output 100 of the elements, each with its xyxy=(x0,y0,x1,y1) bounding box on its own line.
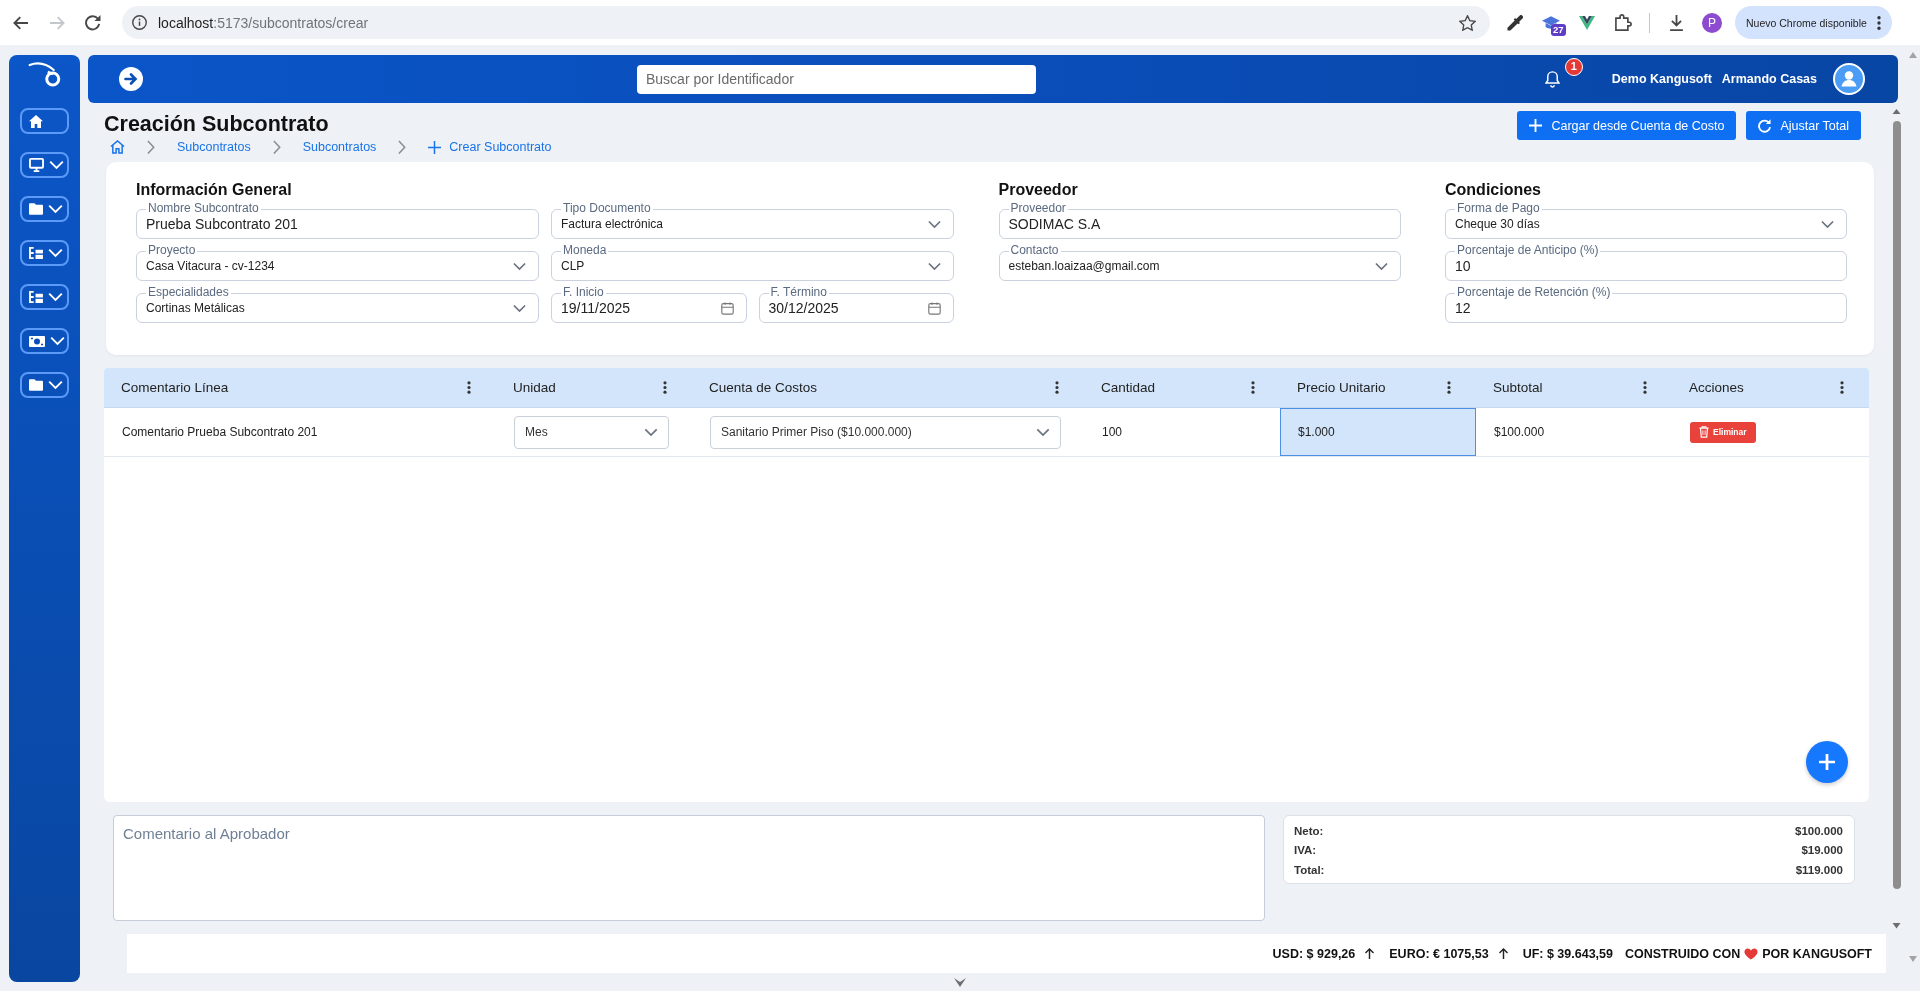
column-header: Unidad xyxy=(513,380,556,395)
plus-icon xyxy=(428,140,442,154)
field-label: Tipo Documento xyxy=(561,202,653,215)
action-button[interactable]: Cargar desde Cuenta de Costo xyxy=(1517,111,1737,140)
chevron-right-icon xyxy=(398,140,407,154)
table-cell-text: Comentario Prueba Subcontrato 201 xyxy=(121,424,319,441)
section-title: Información General xyxy=(136,180,292,200)
sidebar-item[interactable] xyxy=(20,372,69,398)
total-label: Neto: xyxy=(1294,824,1324,837)
chevron-down-icon xyxy=(50,336,65,346)
user-name: Armando Casas xyxy=(1721,72,1817,86)
search-field[interactable]: Buscar por Identificador xyxy=(637,64,1036,94)
sidebar-item[interactable] xyxy=(20,240,69,266)
monitor-icon xyxy=(29,158,44,172)
table-cell: $1.000 xyxy=(1280,408,1476,456)
column-menu-icon[interactable] xyxy=(467,381,471,394)
chevron-right-icon xyxy=(272,140,281,154)
column-menu-icon[interactable] xyxy=(1840,381,1844,394)
arrow-left-icon[interactable] xyxy=(13,15,29,30)
chevron-down-icon xyxy=(928,219,941,229)
field-label: Porcentaje de Retención (%) xyxy=(1455,286,1613,299)
total-value: $119.000 xyxy=(1795,863,1843,876)
column-menu-icon[interactable] xyxy=(1643,381,1647,394)
chevron-down-icon xyxy=(513,261,526,271)
add-button[interactable] xyxy=(1806,741,1848,783)
scrollbar[interactable] xyxy=(1906,51,1920,963)
total-label: Total: xyxy=(1294,863,1325,876)
logo-icon[interactable] xyxy=(28,62,61,87)
address-bar[interactable]: localhost:5173/subcontratos/crear xyxy=(122,6,1490,39)
trash-icon xyxy=(1699,426,1709,438)
comment-field[interactable]: Comentario al Aprobador xyxy=(113,815,1265,921)
select-field[interactable]: Mes xyxy=(514,415,669,449)
chevron-down-icon xyxy=(513,303,526,313)
field-label: F. Término xyxy=(768,286,829,299)
chevron-down-icon xyxy=(49,160,64,170)
sidebar-item[interactable] xyxy=(20,328,69,354)
field-label: Especialidades xyxy=(146,286,231,299)
folder-icon xyxy=(29,379,43,391)
total-label: IVA: xyxy=(1294,844,1317,857)
home-icon[interactable] xyxy=(110,140,125,154)
section-title: Proveedor xyxy=(998,180,1078,200)
sidebar-item[interactable] xyxy=(20,108,69,134)
heart-icon xyxy=(1744,947,1759,960)
field-label: Nombre Subcontrato xyxy=(146,202,261,215)
home-icon xyxy=(29,114,43,128)
column-menu-icon[interactable] xyxy=(1447,381,1451,394)
credit-text: POR KANGUSOFT xyxy=(1762,946,1872,961)
chevron-down-icon xyxy=(1374,261,1388,271)
breadcrumb-link[interactable]: Crear Subcontrato xyxy=(428,140,552,154)
calendar-icon[interactable] xyxy=(720,301,734,315)
exchange-rate: UF: $ 39.643,59 xyxy=(1522,946,1613,961)
download-icon[interactable] xyxy=(1668,14,1684,31)
chevron-down-icon xyxy=(48,248,63,258)
chevron-down-icon[interactable] xyxy=(954,977,966,987)
puzzle-icon[interactable] xyxy=(1614,14,1632,31)
url-text: localhost:5173/subcontratos/crear xyxy=(158,14,370,31)
chevron-right-icon xyxy=(147,140,155,154)
eyedropper-icon[interactable] xyxy=(1507,14,1523,31)
field-label: Moneda xyxy=(561,244,609,257)
calendar-icon[interactable] xyxy=(928,301,941,315)
exchange-rate: USD: $ 929,26 xyxy=(1272,946,1356,961)
field-label: F. Inicio xyxy=(561,286,606,299)
chevron-down-icon xyxy=(928,261,941,271)
field-label: Contacto xyxy=(1008,244,1061,257)
field-label: Forma de Pago xyxy=(1455,202,1542,215)
delete-button[interactable]: Eliminar xyxy=(1690,421,1756,443)
star-icon[interactable] xyxy=(1459,14,1476,31)
total-value: $100.000 xyxy=(1795,824,1843,837)
update-button[interactable]: Nuevo Chrome disponible xyxy=(1735,6,1892,39)
column-header: Comentario Línea xyxy=(121,380,229,395)
banknote-icon xyxy=(29,335,45,347)
refresh-icon[interactable] xyxy=(85,14,101,31)
v-logo-icon[interactable] xyxy=(1579,15,1595,30)
avatar-icon[interactable] xyxy=(1833,63,1865,95)
chevron-down-icon xyxy=(1821,219,1834,229)
sidebar-item[interactable] xyxy=(20,152,69,178)
column-header: Subtotal xyxy=(1493,380,1543,395)
action-button[interactable]: Ajustar Total xyxy=(1746,111,1861,140)
extension-badge: 27 xyxy=(1551,23,1566,36)
sidebar-item[interactable] xyxy=(20,196,69,222)
column-menu-icon[interactable] xyxy=(1055,381,1059,394)
plus-icon xyxy=(1529,119,1543,132)
table-cell-text: 100 xyxy=(1101,424,1124,441)
breadcrumb-link[interactable]: Subcontratos xyxy=(302,140,377,154)
refresh-icon xyxy=(1758,118,1772,133)
column-header: Precio Unitario xyxy=(1297,380,1386,395)
column-menu-icon[interactable] xyxy=(663,381,667,394)
column-header: Acciones xyxy=(1689,380,1744,395)
folder-icon xyxy=(29,203,43,215)
bell-icon[interactable] xyxy=(1544,70,1560,88)
breadcrumb-link[interactable]: Subcontratos xyxy=(177,140,251,154)
table-cell-text: $100.000 xyxy=(1493,424,1546,441)
sitemap-icon xyxy=(29,247,43,259)
sidebar-item[interactable] xyxy=(20,284,69,310)
info-icon[interactable] xyxy=(132,15,147,30)
column-menu-icon[interactable] xyxy=(1251,381,1255,394)
select-field[interactable]: Sanitario Primer Piso ($10.000.000) xyxy=(710,415,1061,449)
arrow-right-icon[interactable] xyxy=(119,67,143,91)
chevron-down-icon xyxy=(48,204,63,214)
profile-avatar[interactable]: P xyxy=(1702,12,1722,33)
